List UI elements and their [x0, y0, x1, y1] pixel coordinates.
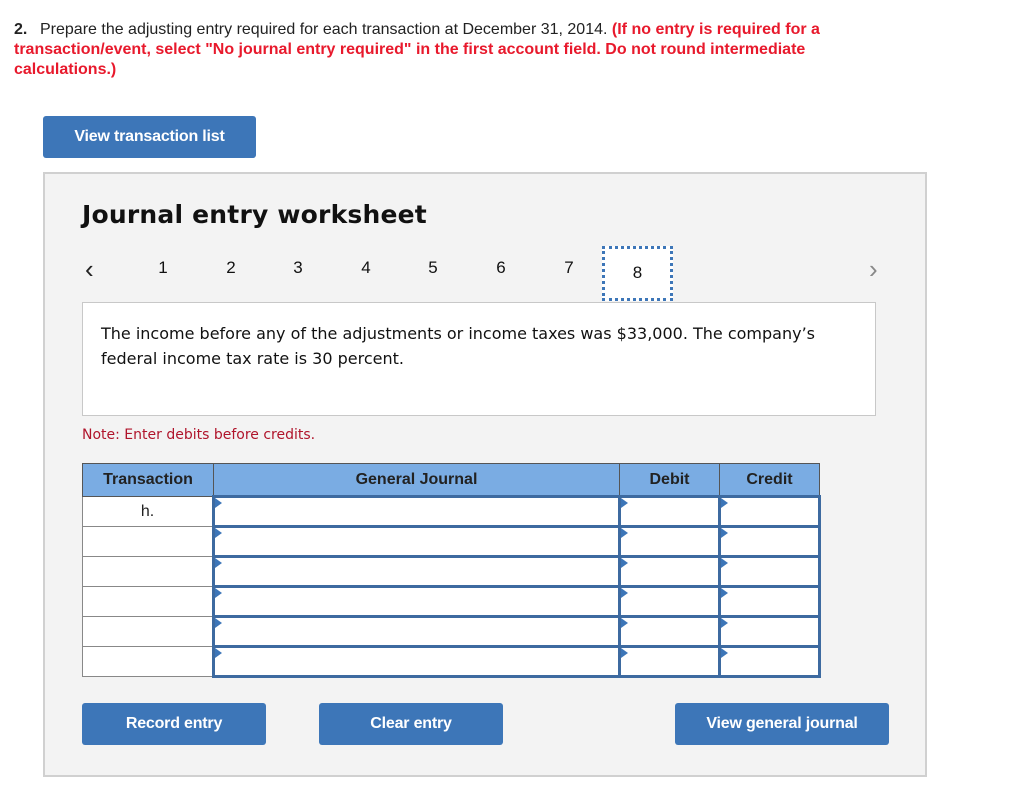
- credit-field[interactable]: [718, 645, 821, 678]
- journal-entry-table: Transaction General Journal Debit Credit…: [82, 463, 821, 678]
- chevron-left-icon[interactable]: ‹: [85, 254, 94, 284]
- account-field[interactable]: [212, 585, 621, 618]
- debit-field[interactable]: [618, 645, 721, 678]
- question-text: Prepare the adjusting entry required for…: [40, 21, 608, 38]
- page-tab-3[interactable]: 3: [288, 258, 308, 278]
- page-tab-2[interactable]: 2: [221, 258, 241, 278]
- header-credit: Credit: [719, 463, 820, 497]
- transaction-description: The income before any of the adjustments…: [82, 302, 876, 416]
- debit-field[interactable]: [618, 525, 721, 558]
- credit-field[interactable]: [718, 615, 821, 648]
- debit-field[interactable]: [618, 555, 721, 588]
- transaction-pager: ‹ 1 2 3 4 5 6 7 8 ›: [45, 246, 929, 301]
- debit-field[interactable]: [618, 495, 721, 528]
- question-prompt: 2. Prepare the adjusting entry required f…: [14, 20, 834, 80]
- transaction-cell: [82, 616, 214, 647]
- chevron-right-icon[interactable]: ›: [869, 254, 878, 284]
- page-tab-5[interactable]: 5: [423, 258, 443, 278]
- credit-field[interactable]: [718, 495, 821, 528]
- journal-entry-worksheet-panel: Journal entry worksheet ‹ 1 2 3 4 5 6 7 …: [43, 172, 927, 777]
- header-general-journal: General Journal: [213, 463, 620, 497]
- transaction-cell: [82, 586, 214, 617]
- table-row: [82, 585, 821, 618]
- table-row: h.: [82, 495, 821, 528]
- debit-field[interactable]: [618, 585, 721, 618]
- credit-field[interactable]: [718, 585, 821, 618]
- account-field[interactable]: [212, 645, 621, 678]
- table-row: [82, 615, 821, 648]
- view-general-journal-button[interactable]: View general journal: [675, 703, 889, 745]
- clear-entry-button[interactable]: Clear entry: [319, 703, 503, 745]
- transaction-cell: [82, 646, 214, 677]
- page-tab-4[interactable]: 4: [356, 258, 376, 278]
- page-tab-7[interactable]: 7: [559, 258, 579, 278]
- account-field[interactable]: [212, 555, 621, 588]
- view-transaction-list-button[interactable]: View transaction list: [43, 116, 256, 158]
- transaction-cell: [82, 526, 214, 557]
- page-tab-6[interactable]: 6: [491, 258, 511, 278]
- page-tab-1[interactable]: 1: [153, 258, 173, 278]
- question-number: 2.: [14, 21, 28, 38]
- worksheet-title: Journal entry worksheet: [82, 200, 427, 229]
- transaction-cell: h.: [82, 496, 214, 527]
- debit-field[interactable]: [618, 615, 721, 648]
- credit-field[interactable]: [718, 525, 821, 558]
- account-field[interactable]: [212, 615, 621, 648]
- account-field[interactable]: [212, 495, 621, 528]
- transaction-cell: [82, 556, 214, 587]
- table-row: [82, 555, 821, 588]
- entry-note: Note: Enter debits before credits.: [82, 427, 316, 443]
- header-transaction: Transaction: [82, 463, 214, 497]
- table-row: [82, 645, 821, 678]
- header-debit: Debit: [619, 463, 720, 497]
- table-row: [82, 525, 821, 558]
- page-tab-8-active[interactable]: 8: [602, 246, 673, 301]
- record-entry-button[interactable]: Record entry: [82, 703, 266, 745]
- credit-field[interactable]: [718, 555, 821, 588]
- account-field[interactable]: [212, 525, 621, 558]
